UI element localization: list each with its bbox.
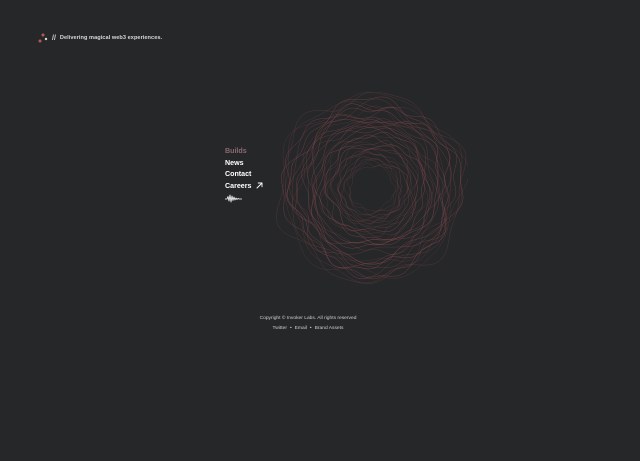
ring-line <box>325 141 419 235</box>
nav-item-label: Careers <box>225 181 252 190</box>
email-link[interactable]: Email <box>295 326 307 331</box>
nav-item-news[interactable]: News <box>225 157 263 169</box>
nav-item-careers[interactable]: Careers <box>225 180 263 192</box>
ring-line <box>319 136 428 244</box>
ring-line <box>349 165 396 212</box>
ring-line <box>343 159 398 216</box>
triangle-dots-logo-icon[interactable] <box>38 33 48 43</box>
ring-line <box>285 100 463 284</box>
header-separator: // <box>52 34 56 42</box>
nav-item-label: Contact <box>225 170 252 179</box>
brand-assets-link[interactable]: Brand Assets <box>315 326 344 331</box>
site-header: // Delivering magical web3 experiences. <box>38 31 162 45</box>
footer-separator: • <box>289 326 292 331</box>
sound-wave-icon[interactable] <box>225 194 242 203</box>
ring-line <box>346 163 399 215</box>
ring-line <box>306 121 439 255</box>
ring-line <box>330 148 412 228</box>
ring-line <box>337 156 402 222</box>
ring-line <box>295 115 447 266</box>
tagline: Delivering magical web3 experiences. <box>59 35 163 41</box>
ring-line <box>341 157 402 217</box>
ring-line <box>314 127 433 243</box>
nav-item-label: Builds <box>225 146 247 155</box>
ring-line <box>326 145 413 233</box>
footer-separator: • <box>309 326 312 331</box>
nav-item-builds[interactable]: Builds <box>225 145 263 157</box>
main-nav: Builds News Contact Careers <box>225 145 263 203</box>
nav-item-label: News <box>225 158 244 167</box>
site-footer: Copyright © Invoker Labs. All rights res… <box>0 315 616 332</box>
footer-links: Twitter • Email • Brand Assets <box>0 325 616 332</box>
nav-item-contact[interactable]: Contact <box>225 168 263 180</box>
copyright-text: Copyright © Invoker Labs. All rights res… <box>259 316 357 321</box>
ring-line <box>276 92 467 284</box>
twitter-link[interactable]: Twitter <box>273 326 287 331</box>
external-arrow-icon <box>256 182 263 189</box>
wavy-ring-graphic-icon <box>276 92 468 284</box>
